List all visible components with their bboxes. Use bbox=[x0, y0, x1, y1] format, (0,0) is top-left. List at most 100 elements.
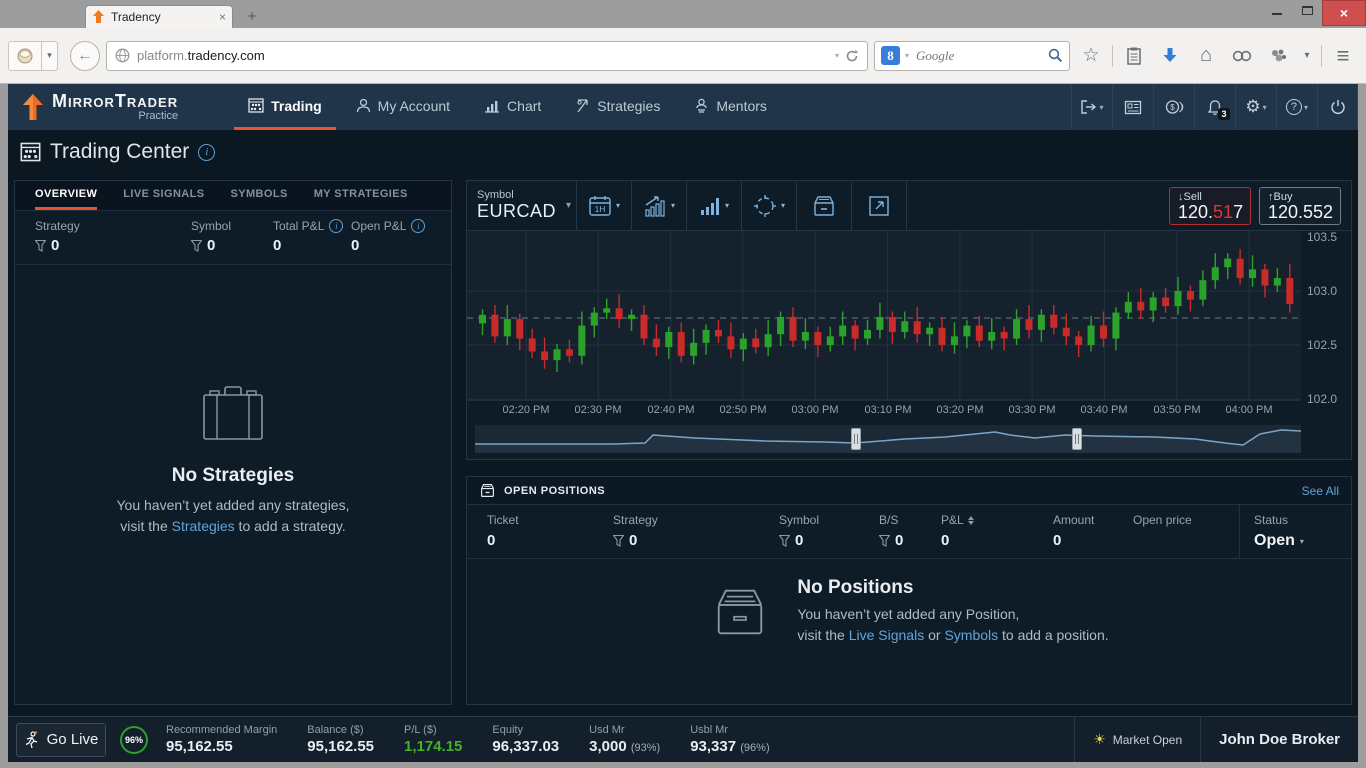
live-signals-link[interactable]: Live Signals bbox=[849, 627, 925, 643]
chevron-down-icon: ▾ bbox=[615, 201, 620, 210]
nav-item-mentors[interactable]: Mentors bbox=[680, 84, 781, 130]
abacus-icon bbox=[20, 142, 41, 162]
nav-item-strategies[interactable]: Strategies bbox=[561, 84, 674, 130]
tab-live-signals[interactable]: LIVE SIGNALS bbox=[123, 181, 204, 210]
strategy-flag-icon bbox=[577, 99, 588, 113]
browser-tab[interactable]: Tradency × bbox=[85, 5, 233, 28]
tab-my-strategies[interactable]: MY STRATEGIES bbox=[314, 181, 408, 210]
news-button[interactable] bbox=[1112, 84, 1153, 130]
url-text: platform.tradency.com bbox=[137, 48, 265, 63]
funnel-icon[interactable] bbox=[613, 534, 624, 547]
tab-symbols[interactable]: SYMBOLS bbox=[231, 181, 288, 210]
back-button[interactable]: ← bbox=[70, 40, 100, 71]
navigator-handle-left[interactable] bbox=[851, 428, 861, 450]
sell-button[interactable]: ↓Sell 120.517 bbox=[1169, 186, 1251, 225]
chevron-down-icon: ▾ bbox=[724, 201, 729, 210]
volume-button[interactable]: ▾ bbox=[687, 181, 742, 230]
site-favicon-icon bbox=[93, 10, 104, 23]
funnel-icon[interactable] bbox=[779, 534, 790, 547]
market-status-label: Market Open bbox=[1112, 732, 1183, 747]
stat-usable-margin: Usbl Mr 93,337 (96%) bbox=[690, 724, 770, 755]
broker-name[interactable]: John Doe Broker bbox=[1200, 717, 1358, 762]
logout-button[interactable]: ▾ bbox=[1071, 84, 1112, 130]
search-engine-icon[interactable]: 8 bbox=[881, 46, 900, 65]
menu-dropdown-icon[interactable]: ▾ bbox=[42, 40, 58, 71]
orders-drawer-button[interactable] bbox=[797, 181, 852, 230]
quote-buttons: ↓Sell 120.517 ↑Buy 120.552 bbox=[1169, 181, 1351, 230]
sort-icon[interactable] bbox=[967, 515, 974, 525]
x-tick: 03:40 PM bbox=[1080, 404, 1128, 416]
x-tick: 03:50 PM bbox=[1153, 404, 1201, 416]
tab-overview[interactable]: OVERVIEW bbox=[35, 181, 98, 210]
notifications-button[interactable]: 3 bbox=[1194, 84, 1235, 130]
search-icon[interactable] bbox=[1048, 48, 1063, 63]
strategies-link[interactable]: Strategies bbox=[172, 518, 235, 534]
nav-item-trading[interactable]: Trading bbox=[234, 84, 336, 130]
clipboard-icon[interactable] bbox=[1119, 41, 1149, 71]
window-titlebar: Tradency × + × bbox=[0, 0, 1366, 28]
navigator-handle-right[interactable] bbox=[1072, 428, 1082, 450]
funnel-icon[interactable] bbox=[35, 239, 46, 252]
addon-icon[interactable] bbox=[1263, 41, 1293, 71]
info-icon[interactable]: i bbox=[198, 143, 216, 161]
nav-item-my-account[interactable]: My Account bbox=[342, 84, 464, 130]
funnel-icon[interactable] bbox=[879, 534, 890, 547]
crosshair-button[interactable]: ▾ bbox=[742, 181, 797, 230]
browser-menu-button[interactable] bbox=[8, 40, 42, 71]
settings-button[interactable]: ⚙ ▾ bbox=[1235, 84, 1276, 130]
x-tick: 03:20 PM bbox=[936, 404, 984, 416]
status-filter[interactable]: Status Open ▾ bbox=[1239, 505, 1351, 558]
hamburger-menu-icon[interactable]: ≡ bbox=[1328, 41, 1358, 71]
y-tick: 102.0 bbox=[1307, 392, 1338, 406]
logout-icon bbox=[1081, 100, 1097, 114]
info-icon[interactable]: i bbox=[411, 219, 426, 233]
chart-navigator[interactable] bbox=[475, 425, 1301, 453]
go-live-label: Go Live bbox=[46, 731, 99, 748]
brand-logo[interactable]: MirrorTrader Practice bbox=[8, 84, 192, 130]
search-input[interactable] bbox=[914, 46, 1043, 65]
question-icon: ? bbox=[1285, 99, 1302, 115]
reload-icon[interactable] bbox=[845, 49, 859, 63]
close-button[interactable]: × bbox=[1322, 0, 1366, 26]
url-bar[interactable]: platform.tradency.com ▾ bbox=[106, 40, 868, 71]
downloads-icon[interactable] bbox=[1155, 41, 1185, 71]
strategies-panel: OVERVIEW LIVE SIGNALS SYMBOLS MY STRATEG… bbox=[14, 180, 452, 705]
home-icon[interactable]: ⌂ bbox=[1191, 41, 1221, 71]
url-dropdown-icon[interactable]: ▾ bbox=[835, 51, 839, 60]
toolbar-overflow-icon[interactable]: ▾ bbox=[1299, 41, 1315, 71]
maximize-button[interactable] bbox=[1292, 0, 1322, 20]
funds-button[interactable]: $ bbox=[1153, 84, 1194, 130]
market-status: ☀ Market Open bbox=[1074, 717, 1200, 762]
symbol-selector[interactable]: Symbol EURCAD ▾ bbox=[467, 181, 577, 230]
see-all-link[interactable]: See All bbox=[1302, 484, 1339, 498]
stat-recommended-margin: Recommended Margin 95,162.55 bbox=[166, 724, 278, 755]
page-title: Trading Center i bbox=[20, 140, 216, 164]
tab-close-icon[interactable]: × bbox=[219, 10, 226, 24]
search-box[interactable]: 8 ▾ bbox=[874, 40, 1070, 71]
chart-type-button[interactable]: ▾ bbox=[632, 181, 687, 230]
funnel-icon[interactable] bbox=[191, 239, 202, 252]
candlestick-plot bbox=[467, 231, 1301, 401]
power-button[interactable] bbox=[1317, 84, 1358, 130]
go-live-button[interactable]: Go Live bbox=[16, 722, 106, 757]
link-icon[interactable] bbox=[1227, 41, 1257, 71]
new-tab-button[interactable]: + bbox=[240, 8, 264, 26]
main-nav: Trading My Account Chart Strategies Ment… bbox=[234, 84, 781, 130]
timeframe-button[interactable]: 1H ▾ bbox=[577, 181, 632, 230]
col-strategy: Strategy 0 bbox=[613, 513, 658, 549]
help-button[interactable]: ? ▾ bbox=[1276, 84, 1317, 130]
x-tick: 03:30 PM bbox=[1008, 404, 1056, 416]
search-engine-dropdown-icon[interactable]: ▾ bbox=[905, 51, 909, 60]
buy-button[interactable]: ↑Buy 120.552 bbox=[1259, 186, 1341, 225]
stat-total-pl: Total P&L i 0 bbox=[273, 219, 351, 254]
empty-state-title: No Strategies bbox=[171, 465, 295, 486]
drawer-icon bbox=[481, 484, 494, 497]
minimize-button[interactable] bbox=[1262, 0, 1292, 20]
expand-chart-button[interactable] bbox=[852, 181, 907, 230]
info-icon[interactable]: i bbox=[329, 219, 344, 233]
bookmark-star-icon[interactable]: ☆ bbox=[1076, 41, 1106, 71]
nav-item-chart[interactable]: Chart bbox=[470, 84, 555, 130]
x-tick: 02:20 PM bbox=[502, 404, 550, 416]
candlestick-chart[interactable] bbox=[467, 231, 1301, 401]
symbols-link[interactable]: Symbols bbox=[944, 627, 998, 643]
